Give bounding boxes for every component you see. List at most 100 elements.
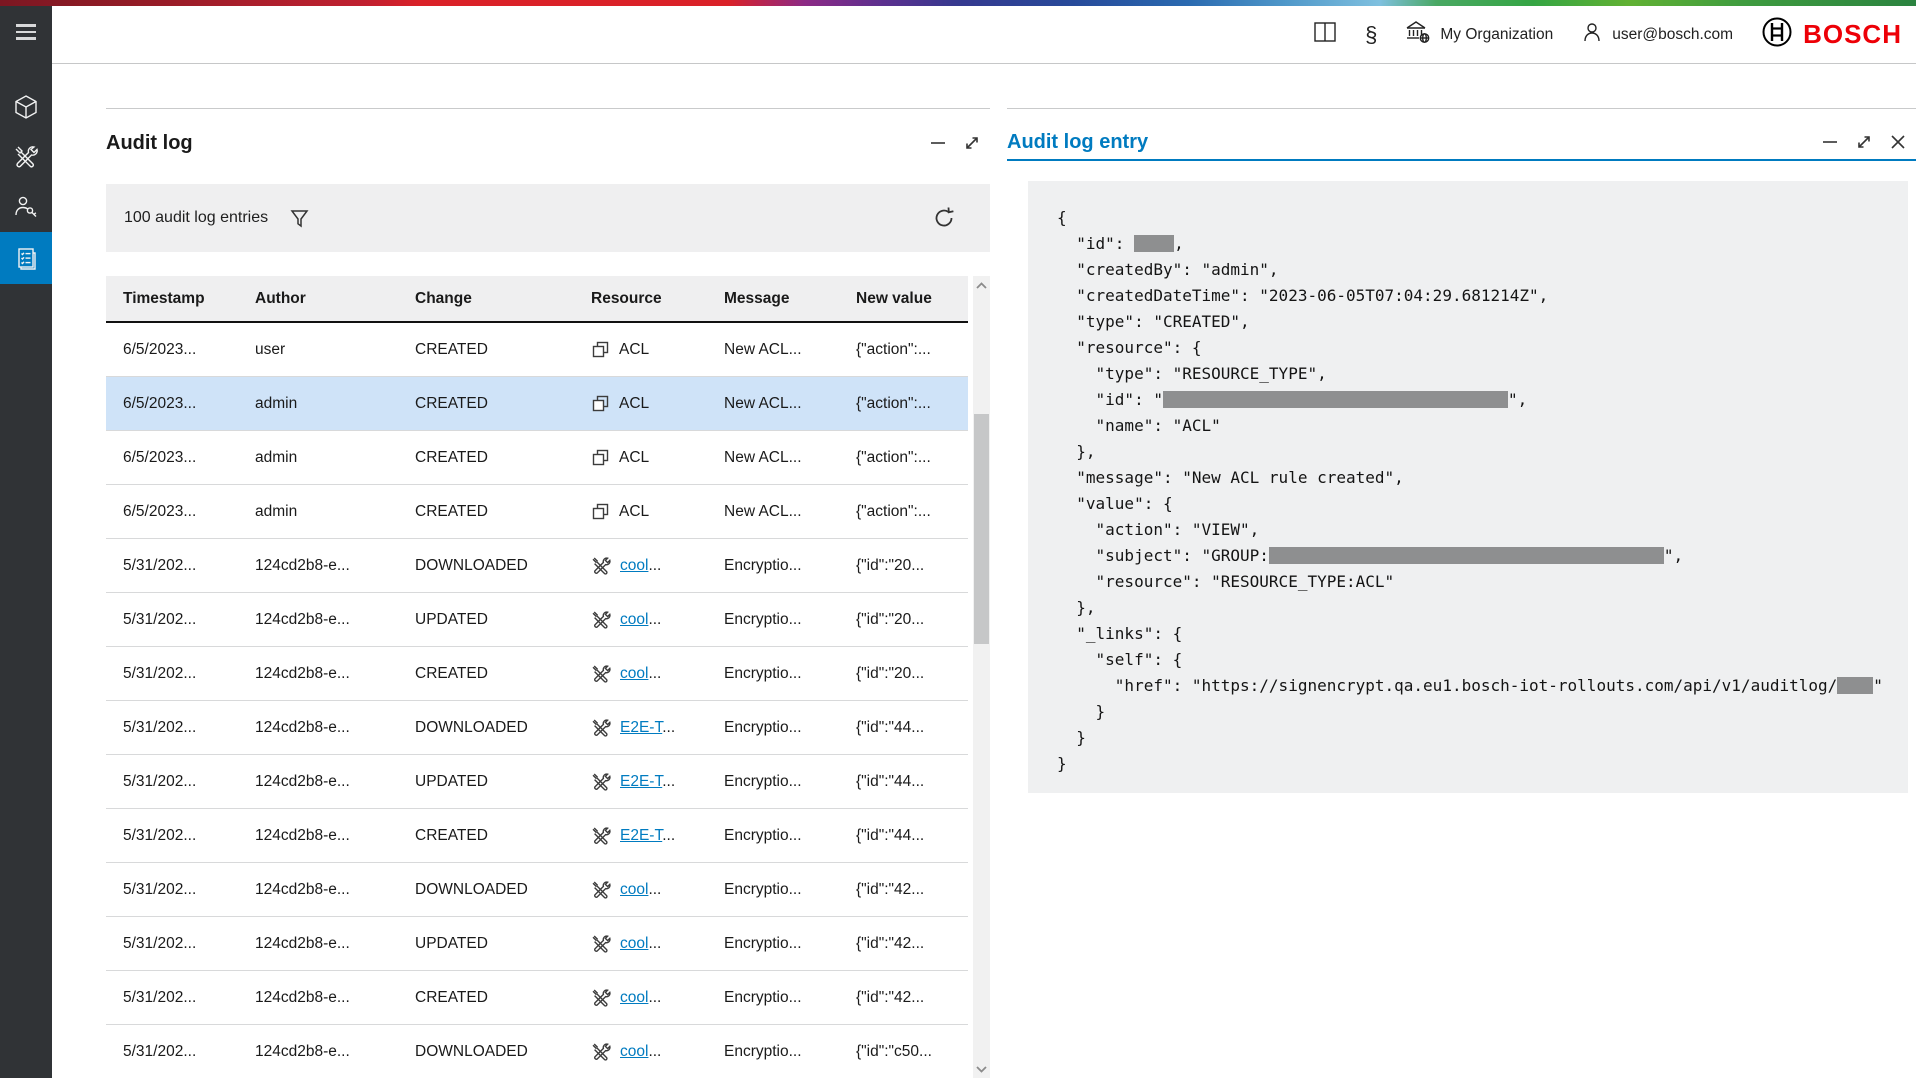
menu-icon[interactable] [0,6,52,58]
resource-cell: cool... [591,556,724,576]
resource-link[interactable]: cool [620,881,648,898]
filter-icon[interactable] [290,209,309,228]
bosch-logo[interactable]: BOSCH [1761,16,1902,53]
resource-link[interactable]: cool [620,989,648,1006]
new-value-cell: {"id":"20... [856,557,968,575]
table-row[interactable]: 5/31/202...124cd2b8-e...DOWNLOADEDE2E-T.… [106,701,968,755]
redacted-value [1837,677,1873,694]
timestamp-cell: 5/31/202... [123,719,255,737]
message-cell: Encryptio... [724,935,856,953]
truncation-ellipsis: ... [648,611,661,628]
resource-link[interactable]: cool [620,557,648,574]
resource-cell: ACL [591,394,724,413]
refresh-icon[interactable] [932,206,956,230]
audit-entry-json: { "id": , "createdBy": "admin", "created… [1028,181,1908,793]
table-row[interactable]: 5/31/202...124cd2b8-e...UPDATEDcool...En… [106,917,968,971]
timestamp-cell: 5/31/202... [123,557,255,575]
json-line: } [1057,751,1898,777]
table-row[interactable]: 5/31/202...124cd2b8-e...UPDATEDE2E-T...E… [106,755,968,809]
resource-link[interactable]: E2E-T [620,719,662,736]
message-cell: Encryptio... [724,557,856,575]
scrollbar-thumb[interactable] [974,414,989,644]
message-cell: Encryptio... [724,719,856,737]
resource-link[interactable]: E2E-T [620,827,662,844]
column-header-new-value: New value [856,290,968,308]
truncation-ellipsis: ... [662,773,675,790]
table-scrollbar[interactable] [973,276,990,1078]
new-value-cell: {"action":... [856,503,968,521]
change-cell: DOWNLOADED [415,881,591,899]
author-cell: admin [255,503,415,521]
message-cell: New ACL... [724,395,856,413]
tools-icon [591,880,611,900]
change-cell: UPDATED [415,611,591,629]
minimize-icon[interactable] [928,133,948,153]
timestamp-cell: 6/5/2023... [123,341,255,359]
new-value-cell: {"id":"20... [856,665,968,683]
table-row[interactable]: 5/31/202...124cd2b8-e...DOWNLOADEDcool..… [106,539,968,593]
truncation-ellipsis: ... [648,557,661,574]
sidebar-item-products[interactable] [0,82,52,132]
audit-log-entry-panel: Audit log entry { "id": , "createdBy": "… [1007,108,1916,1078]
json-line: "href": "https://signencrypt.qa.eu1.bosc… [1057,673,1898,699]
scroll-down-icon[interactable] [973,1060,990,1078]
sidebar-item-audit-log[interactable] [0,232,52,284]
table-row[interactable]: 6/5/2023...userCREATEDACLNew ACL...{"act… [106,323,968,377]
resource-label: ACL [619,395,649,413]
organization-menu[interactable]: My Organization [1405,20,1553,49]
change-cell: CREATED [415,989,591,1007]
message-cell: Encryptio... [724,989,856,1007]
resource-cell: ACL [591,448,724,467]
author-cell: admin [255,449,415,467]
expand-icon[interactable] [962,133,982,153]
resource-link[interactable]: E2E-T [620,773,662,790]
json-line: } [1057,725,1898,751]
user-icon [1581,21,1603,48]
timestamp-cell: 5/31/202... [123,611,255,629]
sidebar-item-tools[interactable] [0,132,52,182]
timestamp-cell: 5/31/202... [123,827,255,845]
new-value-cell: {"id":"44... [856,719,968,737]
json-line: }, [1057,439,1898,465]
audit-log-panel-header: Audit log [106,109,990,161]
bosch-anchor-icon [1761,16,1793,53]
resource-link[interactable]: cool [620,1043,648,1060]
column-header-message: Message [724,290,856,308]
new-value-cell: {"id":"42... [856,935,968,953]
truncation-ellipsis: ... [648,881,661,898]
resource-link[interactable]: cool [620,665,648,682]
table-row[interactable]: 5/31/202...124cd2b8-e...UPDATEDcool...En… [106,593,968,647]
close-icon[interactable] [1888,132,1908,152]
scroll-up-icon[interactable] [973,276,990,294]
new-value-cell: {"id":"42... [856,989,968,1007]
table-row[interactable]: 6/5/2023...adminCREATEDACLNew ACL...{"ac… [106,431,968,485]
json-line: "resource": { [1057,335,1898,361]
timestamp-cell: 5/31/202... [123,665,255,683]
table-row[interactable]: 6/5/2023...adminCREATEDACLNew ACL...{"ac… [106,485,968,539]
message-cell: New ACL... [724,503,856,521]
json-line: "type": "RESOURCE_TYPE", [1057,361,1898,387]
minimize-icon[interactable] [1820,132,1840,152]
documentation-button[interactable] [1313,21,1337,48]
timestamp-cell: 5/31/202... [123,773,255,791]
redacted-value [1269,547,1664,564]
legal-button[interactable]: § [1365,24,1377,46]
table-row[interactable]: 5/31/202...124cd2b8-e...CREATEDcool...En… [106,647,968,701]
resource-link[interactable]: cool [620,611,648,628]
sidebar-item-access[interactable] [0,182,52,232]
tools-icon [591,610,611,630]
table-row[interactable]: 5/31/202...124cd2b8-e...DOWNLOADEDcool..… [106,863,968,917]
user-menu[interactable]: user@bosch.com [1581,21,1733,48]
audit-log-table: TimestampAuthorChangeResourceMessageNew … [106,276,968,1078]
table-row[interactable]: 5/31/202...124cd2b8-e...CREATEDE2E-T...E… [106,809,968,863]
table-row[interactable]: 6/5/2023...adminCREATEDACLNew ACL...{"ac… [106,377,968,431]
table-row[interactable]: 5/31/202...124cd2b8-e...CREATEDcool...En… [106,971,968,1025]
message-cell: Encryptio... [724,773,856,791]
expand-icon[interactable] [1854,132,1874,152]
table-row[interactable]: 5/31/202...124cd2b8-e...DOWNLOADEDcool..… [106,1025,968,1078]
resource-link[interactable]: cool [620,935,648,952]
new-value-cell: {"id":"44... [856,827,968,845]
copy-icon [591,502,610,521]
change-cell: DOWNLOADED [415,1043,591,1061]
json-line: "id": "", [1057,387,1898,413]
